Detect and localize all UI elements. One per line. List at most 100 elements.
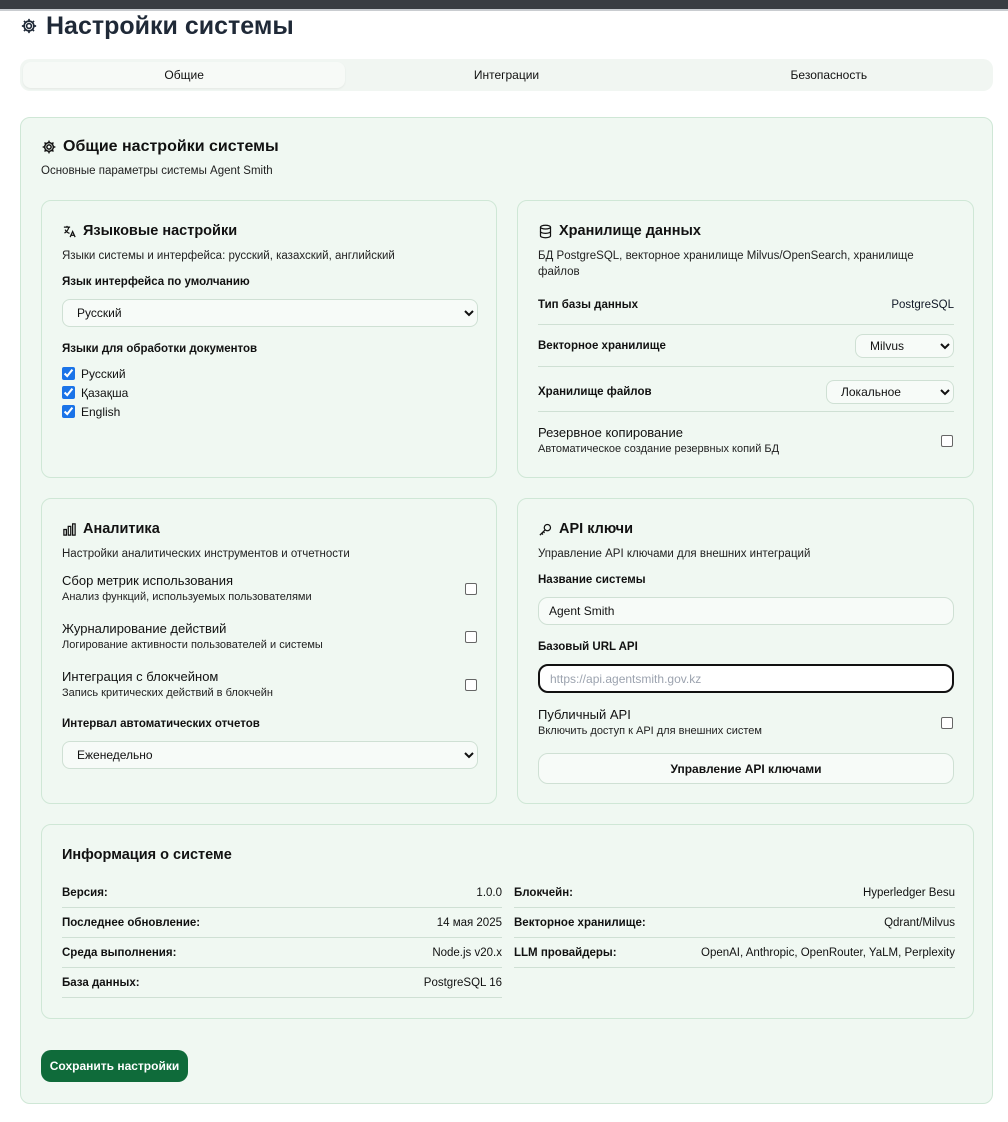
doc-language-item[interactable]: Қазақша [62, 383, 128, 402]
doc-language-label: English [81, 404, 121, 419]
info-value: PostgreSQL 16 [423, 976, 502, 989]
gear-icon [41, 139, 57, 155]
metrics-checkbox[interactable] [465, 583, 477, 595]
system-name-input[interactable]: Agent Smith [538, 597, 954, 625]
general-settings-panel: Общие настройки системы Основные парамет… [20, 117, 993, 1104]
db-type-label: Тип базы данных [538, 299, 638, 311]
bar-chart-icon [62, 522, 77, 537]
info-value: Hyperledger Besu [862, 886, 955, 899]
system-info-card: Информация о системе Версия: 1.0.0 После… [41, 824, 974, 1019]
doc-languages-label: Языки для обработки документов [62, 343, 258, 355]
storage-settings-card: Хранилище данных БД PostgreSQL, векторно… [517, 200, 974, 478]
public-api-title: Публичный API [538, 707, 631, 722]
general-settings-header: Общие настройки системы Основные парамет… [41, 138, 279, 177]
public-api-toggle-text: Публичный API Включить доступ к API для … [538, 707, 762, 737]
row-divider [538, 324, 954, 325]
report-interval-label: Интервал автоматических отчетов [62, 718, 260, 730]
page-title: Настройки системы [20, 9, 294, 43]
info-row-runtime: Среда выполнения: Node.js v20.x [62, 938, 502, 968]
save-settings-button[interactable]: Сохранить настройки [41, 1050, 188, 1082]
public-api-checkbox[interactable] [941, 717, 953, 729]
manage-api-keys-button[interactable]: Управление API ключами [538, 753, 954, 784]
doc-language-label: Русский [81, 366, 126, 381]
doc-language-item[interactable]: English [62, 402, 128, 421]
tab-integrations[interactable]: Интеграции [345, 62, 667, 88]
doc-language-label: Қазақша [81, 385, 129, 400]
info-value: OpenAI, Anthropic, OpenRouter, YaLM, Per… [701, 946, 955, 959]
tab-bar: Общие Интеграции Безопасность [20, 59, 993, 91]
info-key: LLM провайдеры: [514, 946, 617, 959]
doc-language-item[interactable]: Русский [62, 364, 128, 383]
info-value: Node.js v20.x [432, 946, 502, 959]
general-settings-title: Общие настройки системы [41, 138, 279, 156]
backup-checkbox[interactable] [941, 435, 953, 447]
metrics-title: Сбор метрик использования [62, 573, 234, 588]
info-key: Версия: [62, 886, 108, 899]
vector-storage-row: Векторное хранилище Milvus [538, 332, 954, 360]
storage-settings-title-text: Хранилище данных [559, 223, 701, 239]
language-settings-title: Языковые настройки [62, 223, 237, 239]
info-row-blockchain: Блокчейн: Hyperledger Besu [514, 878, 955, 908]
blockchain-toggle-text: Интеграция с блокчейном Запись критическ… [62, 669, 273, 699]
base-url-label: Базовый URL API [538, 641, 638, 653]
file-storage-select[interactable]: Локальное [826, 380, 954, 404]
general-settings-description: Основные параметры системы Agent Smith [41, 165, 273, 177]
metrics-toggle-text: Сбор метрик использования Анализ функций… [62, 573, 312, 603]
api-keys-title-text: API ключи [559, 521, 634, 537]
backup-toggle-text: Резервное копирование Автоматическое соз… [538, 425, 779, 455]
info-key: Блокчейн: [514, 886, 573, 899]
backup-description: Автоматическое создание резервных копий … [538, 443, 780, 455]
doc-language-checkbox-kk[interactable] [62, 386, 75, 399]
blockchain-description: Запись критических действий в блокчейн [62, 687, 273, 699]
info-row-llm-providers: LLM провайдеры: OpenAI, Anthropic, OpenR… [514, 938, 955, 968]
info-key: Векторное хранилище: [514, 916, 646, 929]
row-divider [538, 366, 954, 367]
analytics-card: Аналитика Настройки аналитических инстру… [41, 498, 497, 804]
api-keys-card: API ключи Управление API ключами для вне… [517, 498, 974, 804]
doc-language-checkbox-en[interactable] [62, 405, 75, 418]
system-name-label: Название системы [538, 574, 646, 586]
info-value: Qdrant/Milvus [884, 916, 955, 929]
vector-storage-select[interactable]: Milvus [855, 334, 954, 358]
analytics-description: Настройки аналитических инструментов и о… [62, 548, 350, 560]
info-key: Среда выполнения: [62, 946, 177, 959]
report-interval-select[interactable]: Еженедельно [62, 741, 478, 769]
tab-general[interactable]: Общие [23, 62, 346, 88]
key-icon [538, 522, 553, 537]
default-language-label: Язык интерфейса по умолчанию [62, 276, 250, 288]
page-title-text: Настройки системы [46, 11, 294, 40]
file-storage-label: Хранилище файлов [538, 386, 652, 398]
analytics-title: Аналитика [62, 521, 160, 537]
tab-security[interactable]: Безопасность [668, 62, 990, 88]
file-storage-row: Хранилище файлов Локальное [538, 378, 954, 406]
api-keys-description: Управление API ключами для внешних интег… [538, 548, 811, 560]
language-settings-title-text: Языковые настройки [83, 223, 238, 239]
info-value: 1.0.0 [476, 886, 502, 899]
vector-storage-label: Векторное хранилище [538, 340, 666, 352]
info-key: Последнее обновление: [62, 916, 201, 929]
storage-settings-description: БД PostgreSQL, векторное хранилище Milvu… [538, 250, 914, 278]
row-divider [538, 411, 954, 412]
backup-title: Резервное копирование [538, 425, 683, 440]
logging-checkbox[interactable] [465, 631, 477, 643]
info-row-vector-storage: Векторное хранилище: Qdrant/Milvus [514, 908, 955, 938]
info-row-database: База данных: PostgreSQL 16 [62, 968, 502, 998]
api-keys-title: API ключи [538, 521, 633, 537]
db-type-row: Тип базы данных PostgreSQL [538, 295, 954, 315]
info-value: 14 мая 2025 [436, 916, 502, 929]
logging-toggle-text: Журналирование действий Логирование акти… [62, 621, 323, 651]
general-settings-title-text: Общие настройки системы [63, 138, 279, 155]
blockchain-checkbox[interactable] [465, 679, 477, 691]
translate-icon [62, 224, 77, 239]
doc-language-checkbox-ru[interactable] [62, 367, 75, 380]
default-language-select[interactable]: Русский [62, 299, 478, 327]
info-row-version: Версия: 1.0.0 [62, 878, 502, 908]
base-url-input[interactable] [538, 664, 954, 693]
metrics-description: Анализ функций, используемых пользовател… [62, 591, 312, 603]
storage-settings-title: Хранилище данных [538, 223, 701, 239]
db-type-value: PostgreSQL [891, 299, 954, 311]
info-row-last-update: Последнее обновление: 14 мая 2025 [62, 908, 502, 938]
public-api-description: Включить доступ к API для внешних систем [538, 725, 762, 737]
logging-title: Журналирование действий [62, 621, 227, 636]
analytics-title-text: Аналитика [83, 521, 160, 537]
